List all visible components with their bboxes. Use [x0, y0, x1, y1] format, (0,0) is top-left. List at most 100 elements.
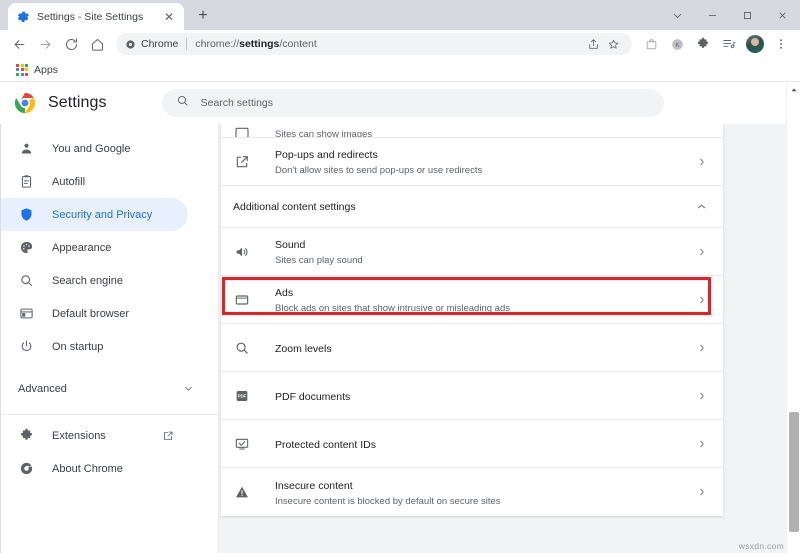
sidebar-item-about-chrome[interactable]: About Chrome: [0, 452, 188, 485]
forward-icon[interactable]: [32, 31, 58, 57]
shield-icon: [18, 206, 35, 223]
chevron-right-icon: [697, 487, 707, 497]
magnifier-icon: [233, 339, 251, 357]
chevron-right-icon: [697, 391, 707, 401]
scroll-up-arrow-icon[interactable]: [787, 84, 800, 96]
bookmark-star-icon[interactable]: [603, 31, 623, 57]
sidebar-item-search-engine[interactable]: Search engine: [0, 264, 188, 297]
tab-search-icon[interactable]: [660, 0, 695, 30]
settings-section-additional-content-settings[interactable]: Additional content settings: [221, 186, 723, 228]
close-icon[interactable]: ✕: [162, 10, 176, 24]
chrome-menu-icon[interactable]: [768, 31, 794, 57]
profile-avatar[interactable]: [742, 31, 768, 57]
chevron-down-icon: [183, 383, 194, 394]
sidebar-item-on-startup[interactable]: On startup: [0, 330, 188, 363]
chrome-icon: [18, 460, 35, 477]
apps-grid-icon: [16, 64, 28, 76]
row-title: Sound: [275, 239, 305, 251]
puzzle-icon: [18, 427, 35, 444]
warning-triangle-icon: [233, 483, 251, 501]
palette-icon: [18, 239, 35, 256]
sidebar-item-label: Extensions: [52, 430, 106, 442]
site-chip: Chrome: [125, 38, 178, 50]
external-link-icon: [233, 153, 251, 171]
clipboard-icon: [18, 173, 35, 190]
site-settings-card: Sites can show images Pop-ups and redire…: [221, 124, 723, 516]
search-settings-box[interactable]: Search settings: [162, 89, 664, 117]
bookmark-item-apps[interactable]: Apps: [10, 62, 64, 78]
maximize-icon[interactable]: [730, 0, 765, 30]
settings-row-zoom-levels[interactable]: Zoom levels: [221, 324, 723, 372]
ads-window-icon: [233, 291, 251, 309]
back-icon[interactable]: [6, 31, 32, 57]
settings-row-insecure-content[interactable]: Insecure content Insecure content is blo…: [221, 468, 723, 516]
row-subtitle: Insecure content is blocked by default o…: [275, 495, 697, 509]
sidebar-item-label: Security and Privacy: [52, 209, 152, 221]
settings-row-images[interactable]: Sites can show images: [221, 124, 723, 138]
address-bar[interactable]: Chrome chrome://settings/content: [116, 33, 632, 55]
settings-row-protected-content-ids[interactable]: Protected content IDs: [221, 420, 723, 468]
scrollbar-thumb[interactable]: [789, 412, 799, 532]
row-text: Zoom levels: [275, 339, 697, 357]
sidebar-item-label: You and Google: [52, 143, 131, 155]
bookmarks-bar: Apps: [0, 58, 800, 82]
row-text: Insecure content Insecure content is blo…: [275, 476, 697, 509]
sidebar-advanced-toggle[interactable]: Advanced: [0, 372, 218, 405]
chevron-right-icon: [697, 343, 707, 353]
bookmark-label: Apps: [34, 64, 58, 76]
browser-tab[interactable]: Settings - Site Settings ✕: [8, 3, 184, 30]
reload-icon[interactable]: [58, 31, 84, 57]
sound-icon: [233, 243, 251, 261]
settings-row-ads[interactable]: Ads Block ads on sites that show intrusi…: [221, 276, 723, 324]
new-tab-button[interactable]: +: [190, 3, 216, 29]
row-text: Sound Sites can play sound: [275, 235, 697, 268]
sidebar-item-extensions[interactable]: Extensions: [0, 419, 188, 452]
tab-title: Settings - Site Settings: [37, 11, 162, 23]
chevron-right-icon: [697, 157, 707, 167]
chevron-up-icon: [696, 201, 707, 212]
sidebar-item-security-and-privacy[interactable]: Security and Privacy: [0, 198, 188, 231]
chevron-right-icon: [697, 439, 707, 449]
sidebar-item-appearance[interactable]: Appearance: [0, 231, 188, 264]
row-subtitle: Sites can play sound: [275, 254, 697, 268]
sidebar-item-label: Autofill: [52, 176, 85, 188]
extensions-puzzle-icon[interactable]: [690, 31, 716, 57]
sidebar-divider: [0, 414, 218, 415]
search-icon: [18, 272, 35, 289]
sidebar-item-label: Appearance: [52, 242, 111, 254]
browser-toolbar: Chrome chrome://settings/content K: [0, 30, 800, 58]
settings-row-pdf-documents[interactable]: PDF PDF documents: [221, 372, 723, 420]
sidebar-advanced-label: Advanced: [18, 383, 67, 395]
row-title: Ads: [275, 287, 293, 299]
settings-sidebar: You and Google Autofill Security and Pri…: [0, 124, 219, 553]
sidebar-item-label: Search engine: [52, 275, 123, 287]
row-title: Pop-ups and redirects: [275, 149, 378, 161]
sidebar-item-default-browser[interactable]: Default browser: [0, 297, 188, 330]
share-icon[interactable]: [583, 31, 603, 57]
row-text: Protected content IDs: [275, 435, 697, 453]
sidebar-item-autofill[interactable]: Autofill: [0, 165, 188, 198]
settings-row-sound[interactable]: Sound Sites can play sound: [221, 228, 723, 276]
search-input[interactable]: Search settings: [201, 97, 273, 109]
window-controls: [660, 0, 800, 30]
close-window-icon[interactable]: [765, 0, 800, 30]
shopping-icon[interactable]: [638, 31, 664, 57]
chevron-right-icon: [697, 247, 707, 257]
sidebar-item-label: Default browser: [52, 308, 129, 320]
pdf-icon: PDF: [233, 387, 251, 405]
extension-k-icon[interactable]: K: [664, 31, 690, 57]
chrome-logo-icon: [14, 92, 36, 114]
home-icon[interactable]: [84, 31, 110, 57]
reading-list-icon[interactable]: [716, 31, 742, 57]
settings-row-popups-and-redirects[interactable]: Pop-ups and redirects Don't allow sites …: [221, 138, 723, 186]
row-subtitle: Sites can show images: [275, 129, 372, 138]
omnibox-url: chrome://settings/content: [195, 38, 316, 50]
url-bold: settings: [239, 38, 279, 50]
page-scrollbar[interactable]: [786, 82, 800, 553]
row-subtitle: Block ads on sites that show intrusive o…: [275, 302, 697, 316]
sidebar-item-label: On startup: [52, 341, 103, 353]
settings-header: Settings Search settings: [0, 82, 780, 124]
sidebar-item-you-and-google[interactable]: You and Google: [0, 132, 188, 165]
url-suffix: /content: [279, 38, 316, 50]
minimize-icon[interactable]: [695, 0, 730, 30]
